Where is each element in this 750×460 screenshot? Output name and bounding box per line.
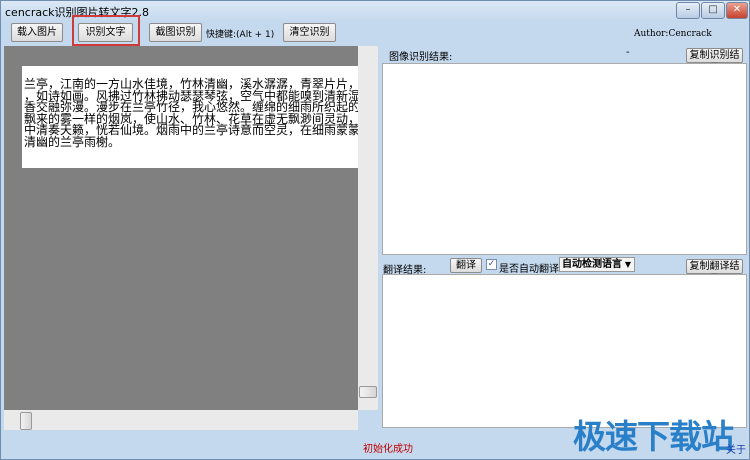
auto-translate-label: 是否自动翻译 [499, 264, 559, 275]
image-line: 清幽的兰亭雨榭。 [24, 134, 121, 149]
copy-translate-button[interactable]: 复制翻译结果 [686, 259, 743, 285]
language-select[interactable]: 自动检测语言 ▼ [559, 257, 635, 272]
scroll-thumb[interactable] [20, 412, 32, 430]
screenshot-recognize-button[interactable]: 截图识别 [149, 23, 202, 42]
watermark-logo: 极速下载站 [573, 417, 734, 456]
scroll-thumb[interactable] [359, 386, 377, 398]
vertical-scrollbar[interactable] [358, 46, 378, 410]
image-content: 兰亭，江南的一方山水佳境，竹林清幽，溪水潺潺，青翠片片，翠 ，如诗如画。风拂过竹… [22, 66, 358, 168]
translate-button[interactable]: 翻译 [450, 258, 482, 273]
author-label: Author:Cencrack [634, 29, 712, 39]
status-text: 初始化成功 [363, 444, 413, 455]
about-link[interactable]: 关于 [726, 441, 746, 456]
auto-translate-checkbox[interactable]: ✓ [486, 259, 497, 270]
load-image-button[interactable]: 载入图片 [11, 23, 63, 42]
highlight-box [72, 15, 140, 46]
copy-ocr-button[interactable]: 复制识别结果 [686, 48, 743, 74]
minimize-button[interactable]: – [676, 2, 700, 19]
image-preview: 兰亭，江南的一方山水佳境，竹林清幽，溪水潺潺，青翠片片，翠 ，如诗如画。风拂过竹… [4, 46, 358, 410]
shortcut-hint: 快捷键:(Alt + 1) [206, 30, 275, 40]
maximize-button[interactable]: □ [701, 2, 725, 19]
ocr-dash: - [626, 47, 630, 58]
language-value: 自动检测语言 [562, 259, 622, 270]
translate-result-textarea[interactable] [382, 274, 747, 428]
ocr-result-textarea[interactable] [382, 63, 747, 255]
close-button[interactable]: ✕ [726, 2, 748, 19]
chevron-down-icon: ▼ [624, 260, 631, 269]
ocr-result-label: 图像识别结果: [389, 52, 453, 63]
horizontal-scrollbar[interactable] [4, 410, 358, 430]
clear-button[interactable]: 清空识别 [283, 23, 336, 42]
